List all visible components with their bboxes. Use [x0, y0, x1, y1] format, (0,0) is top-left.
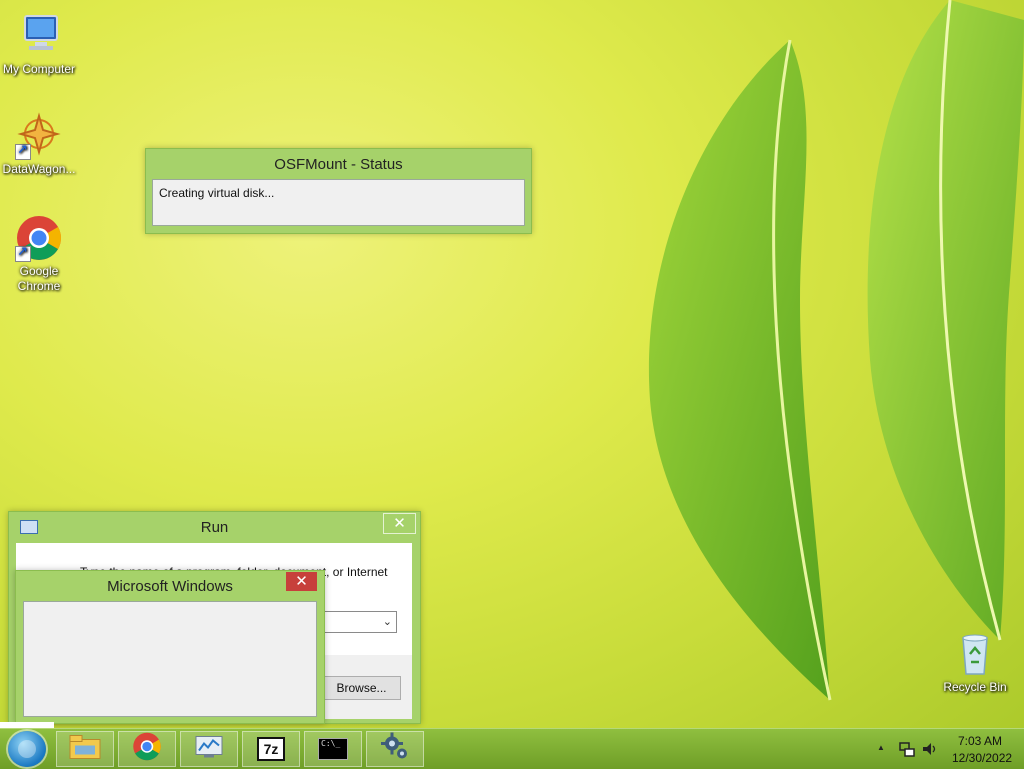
desktop: My Computer DataWagon...	[0, 0, 1024, 728]
taskbar-google-chrome[interactable]	[118, 731, 176, 767]
desktop-icon-label: Google Chrome	[17, 264, 61, 293]
close-button[interactable]: ✕	[383, 513, 416, 534]
system-tray: ▲ 7:03 AM 12/30/2022	[872, 729, 1024, 769]
status-panel: Creating virtual disk...	[152, 179, 525, 226]
gear-icon	[380, 732, 410, 767]
window-title: Run	[200, 519, 229, 536]
taskbar-performance-monitor[interactable]	[180, 731, 238, 767]
volume-icon[interactable]	[922, 741, 938, 760]
browse-button[interactable]: Browse...	[322, 676, 401, 700]
chevron-down-icon[interactable]: ⌄	[383, 615, 392, 628]
desktop-icon-label: My Computer	[2, 62, 76, 76]
status-message: Creating virtual disk...	[159, 186, 275, 200]
osfmount-status-window[interactable]: OSFMount - Status Creating virtual disk.…	[145, 148, 532, 234]
window-title: Microsoft Windows	[107, 578, 233, 595]
desktop-icon-my-computer[interactable]: My Computer	[0, 12, 78, 77]
desktop-icon-google-chrome[interactable]: Google Chrome	[0, 214, 78, 294]
desktop-icon-recycle-bin[interactable]: Recycle Bin	[936, 630, 1014, 695]
network-icon[interactable]	[899, 741, 915, 760]
taskbar: 7z C:\_ ▲ 7:03 AM 12/30/2022	[0, 728, 1024, 769]
command-prompt-icon: C:\_	[318, 738, 348, 760]
7zip-icon: 7z	[257, 737, 285, 761]
window-content	[23, 601, 317, 717]
taskbar-file-explorer[interactable]	[56, 731, 114, 767]
folder-icon	[69, 734, 101, 765]
start-button[interactable]	[8, 731, 46, 767]
windows-orb-icon	[18, 740, 36, 758]
clock-date[interactable]: 12/30/2022	[952, 751, 1012, 765]
desktop-icon-label: DataWagon...	[2, 162, 76, 176]
taskbar-7-zip[interactable]: 7z	[242, 731, 300, 767]
close-icon: ✕	[393, 515, 406, 532]
close-icon: ✕	[295, 573, 308, 590]
window-title: OSFMount - Status	[274, 156, 403, 173]
desktop-icon-datawagon[interactable]: DataWagon...	[0, 112, 78, 177]
microsoft-windows-window[interactable]: Microsoft Windows ✕	[15, 570, 325, 724]
close-button[interactable]: ✕	[286, 572, 317, 591]
computer-icon	[15, 12, 63, 60]
shortcut-arrow-icon	[15, 244, 31, 262]
taskbar-command-prompt[interactable]: C:\_	[304, 731, 362, 767]
taskbar-settings[interactable]	[366, 731, 424, 767]
open-combobox[interactable]: ⌄	[321, 611, 397, 633]
show-hidden-icons-button[interactable]: ▲	[877, 743, 885, 752]
shortcut-arrow-icon	[15, 142, 31, 160]
chrome-icon	[15, 214, 63, 262]
browse-button-label: Browse...	[336, 681, 387, 695]
datawagon-icon	[15, 112, 63, 160]
recycle-bin-icon	[951, 630, 999, 678]
clock-time[interactable]: 7:03 AM	[958, 734, 1002, 748]
chrome-icon	[132, 732, 162, 767]
desktop-icon-label: Recycle Bin	[943, 680, 1007, 694]
monitor-chart-icon	[194, 734, 224, 765]
